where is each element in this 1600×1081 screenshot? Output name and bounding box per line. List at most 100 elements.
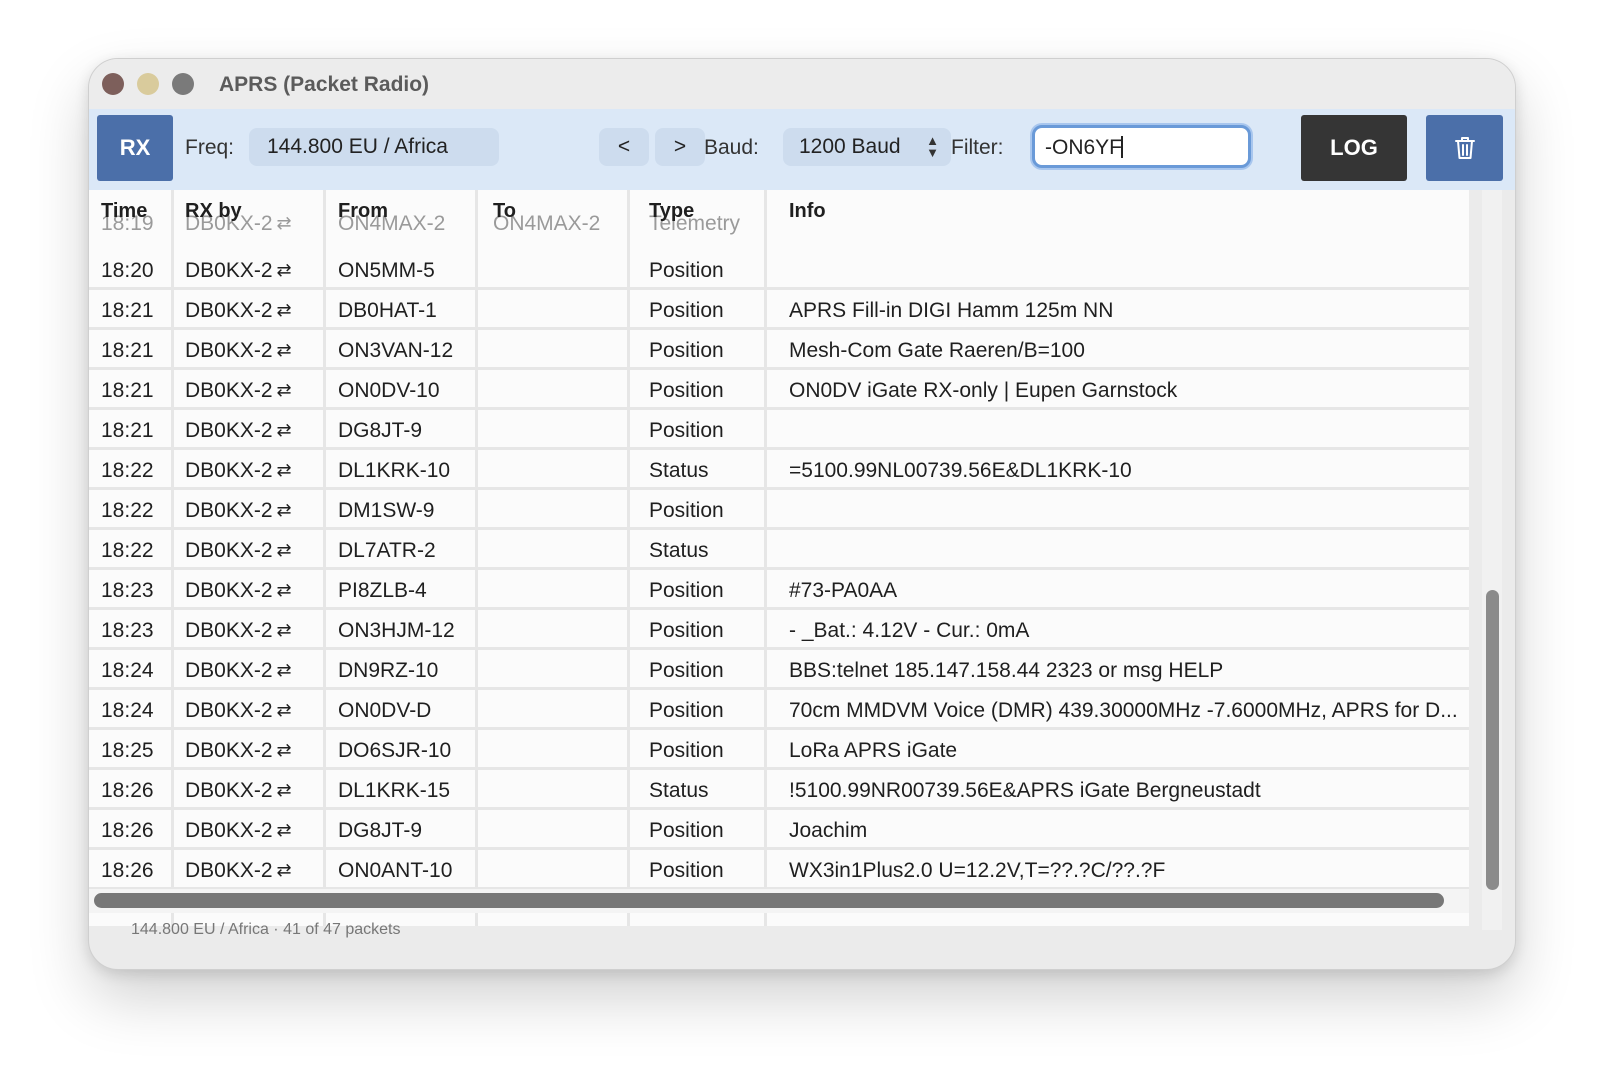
retweet-icon: ⇄ xyxy=(276,260,292,280)
cell-rx-by: DB0KX-2 ⇄ xyxy=(185,299,292,322)
cell-info: =5100.99NL00739.56E&DL1KRK-10 xyxy=(789,459,1132,482)
filter-input[interactable]: -ON6YF xyxy=(1032,125,1251,168)
filter-label: Filter: xyxy=(951,136,1004,159)
table-row[interactable]: 18:22 DB0KX-2 ⇄ DL1KRK-10 Status =5100.99NL00… xyxy=(89,450,1469,490)
cell-info: - _Bat.: 4.12V - Cur.: 0mA xyxy=(789,619,1030,642)
next-freq-button[interactable]: > xyxy=(655,128,705,166)
retweet-icon: ⇄ xyxy=(276,700,292,720)
cell-type: Status xyxy=(649,459,709,482)
cell-info: WX3in1Plus2.0 U=12.2V,T=??.?C/??.?F xyxy=(789,859,1166,882)
cell-from: DG8JT-9 xyxy=(338,819,423,842)
cell-time: 18:21 xyxy=(101,339,154,362)
cell-type: Status xyxy=(649,779,709,802)
close-window-button[interactable] xyxy=(102,73,124,95)
table-row[interactable]: 18:21 DB0KX-2 ⇄ DB0HAT-1 Position APRS Fill-… xyxy=(89,290,1469,330)
maximize-window-button[interactable] xyxy=(172,73,194,95)
cell-rx-by: DB0KX-2 ⇄ xyxy=(185,539,292,562)
table-row[interactable]: 18:22 DB0KX-2 ⇄ DL7ATR-2 Status xyxy=(89,530,1469,570)
cell-rx-by: DB0KX-2 ⇄ xyxy=(185,819,292,842)
cell-time: 18:26 xyxy=(101,819,154,842)
header-type[interactable]: Type xyxy=(649,200,779,223)
cell-type: Position xyxy=(649,819,724,842)
freq-field[interactable]: 144.800 EU / Africa xyxy=(249,128,499,166)
cell-rx-by: DB0KX-2 ⇄ xyxy=(185,619,292,642)
cell-from: DL1KRK-15 xyxy=(338,779,451,802)
table-row[interactable]: 18:24 DB0KX-2 ⇄ DN9RZ-10 Position BBS:telnet … xyxy=(89,650,1469,690)
log-button[interactable]: LOG xyxy=(1301,115,1407,181)
cell-time: 18:26 xyxy=(101,859,154,882)
cell-from: DL7ATR-2 xyxy=(338,539,436,562)
cell-time: 18:21 xyxy=(101,379,154,402)
cell-type: Position xyxy=(649,259,724,282)
packet-table[interactable]: 18:19 DB0KX-2 ⇄ ON4MAX-2 ON4MAX-2 Telemet… xyxy=(89,190,1469,926)
cell-type: Status xyxy=(649,539,709,562)
table-row[interactable]: 18:24 DB0KX-2 ⇄ ON0DV-D Position 70cm MMDVM V… xyxy=(89,690,1469,730)
header-to[interactable]: To xyxy=(493,200,633,223)
table-row[interactable]: 18:23 DB0KX-2 ⇄ ON3HJM-12 Position - _Bat.: … xyxy=(89,610,1469,650)
status-text: 144.800 EU / Africa · 41 of 47 packets xyxy=(131,921,401,938)
baud-value: 1200 Baud xyxy=(799,135,901,158)
freq-label: Freq: xyxy=(185,136,235,159)
retweet-icon: ⇄ xyxy=(276,340,292,360)
cell-rx-by: DB0KX-2 ⇄ xyxy=(185,339,292,362)
table-row[interactable]: 18:22 DB0KX-2 ⇄ DM1SW-9 Position xyxy=(89,490,1469,530)
cell-time: 18:24 xyxy=(101,659,154,682)
cell-info: #73-PA0AA xyxy=(789,579,898,602)
table-row[interactable]: 18:23 DB0KX-2 ⇄ PI8ZLB-4 Position #73-PA0AA xyxy=(89,570,1469,610)
cell-from: ON0DV-10 xyxy=(338,379,440,402)
retweet-icon: ⇄ xyxy=(276,580,292,600)
header-time[interactable]: Time xyxy=(101,200,171,223)
cell-time: 18:23 xyxy=(101,579,154,602)
cell-info: BBS:telnet 185.147.158.44 2323 or msg HE… xyxy=(789,659,1224,682)
baud-select[interactable]: 1200 Baud ▲ ▼ xyxy=(783,128,951,166)
cell-type: Position xyxy=(649,299,724,322)
vertical-scrollbar[interactable] xyxy=(1482,190,1502,930)
table-row[interactable]: 18:21 DB0KX-2 ⇄ DG8JT-9 Position xyxy=(89,410,1469,450)
cell-rx-by: DB0KX-2 ⇄ xyxy=(185,779,292,802)
table-row[interactable]: 18:25 DB0KX-2 ⇄ DO6SJR-10 Position LoRa APRS … xyxy=(89,730,1469,770)
cell-info: 70cm MMDVM Voice (DMR) 439.30000MHz -7.6… xyxy=(789,699,1458,722)
updown-chevron-icon: ▲ ▼ xyxy=(926,133,939,160)
table-row[interactable]: 18:26 DB0KX-2 ⇄ DL1KRK-15 Status !5100.99NR00… xyxy=(89,770,1469,810)
cell-from: DL1KRK-10 xyxy=(338,459,451,482)
cell-time: 18:22 xyxy=(101,459,154,482)
baud-label: Baud: xyxy=(704,136,759,159)
retweet-icon: ⇄ xyxy=(276,780,292,800)
cell-from: ON5MM-5 xyxy=(338,259,435,282)
retweet-icon: ⇄ xyxy=(276,740,292,760)
vertical-scroll-thumb[interactable] xyxy=(1486,590,1499,890)
cell-info: ON0DV iGate RX-only | Eupen Garnstock xyxy=(789,379,1178,402)
cell-rx-by: DB0KX-2 ⇄ xyxy=(185,499,292,522)
horizontal-scrollbar[interactable] xyxy=(89,889,1469,913)
retweet-icon: ⇄ xyxy=(276,380,292,400)
header-rx-by[interactable]: RX by xyxy=(185,200,325,223)
trash-icon xyxy=(1454,137,1475,159)
cell-rx-by: DB0KX-2 ⇄ xyxy=(185,739,292,762)
header-info[interactable]: Info xyxy=(789,200,1469,223)
table-row[interactable]: 18:26 DB0KX-2 ⇄ DG8JT-9 Position Joachim xyxy=(89,810,1469,850)
table-row[interactable]: 18:21 DB0KX-2 ⇄ ON3VAN-12 Position Mesh-Com G… xyxy=(89,330,1469,370)
table-row[interactable]: 18:20 DB0KX-2 ⇄ ON5MM-5 Position xyxy=(89,250,1469,290)
cell-from: ON3HJM-12 xyxy=(338,619,455,642)
retweet-icon: ⇄ xyxy=(276,620,292,640)
toolbar: RX Freq: 144.800 EU / Africa < > Baud: 1… xyxy=(89,109,1515,190)
table-row[interactable]: 18:21 DB0KX-2 ⇄ ON0DV-10 Position ON0DV iGate… xyxy=(89,370,1469,410)
cell-info: Joachim xyxy=(789,819,868,842)
cell-time: 18:24 xyxy=(101,699,154,722)
clear-button[interactable] xyxy=(1426,115,1503,181)
table-row[interactable]: 18:26 DB0KX-2 ⇄ ON0ANT-10 Position WX3in1Plus… xyxy=(89,850,1469,890)
cell-type: Position xyxy=(649,579,724,602)
minimize-window-button[interactable] xyxy=(137,73,159,95)
cell-rx-by: DB0KX-2 ⇄ xyxy=(185,579,292,602)
rx-button[interactable]: RX xyxy=(97,115,173,181)
prev-freq-button[interactable]: < xyxy=(599,128,649,166)
retweet-icon: ⇄ xyxy=(276,460,292,480)
cell-from: DM1SW-9 xyxy=(338,499,435,522)
horizontal-scroll-thumb[interactable] xyxy=(94,893,1444,908)
cell-type: Position xyxy=(649,619,724,642)
cell-info: !5100.99NR00739.56E&APRS iGate Bergneust… xyxy=(789,779,1261,802)
window-title: APRS (Packet Radio) xyxy=(219,73,430,96)
cell-type: Position xyxy=(649,499,724,522)
header-from[interactable]: From xyxy=(338,200,478,223)
retweet-icon: ⇄ xyxy=(276,300,292,320)
